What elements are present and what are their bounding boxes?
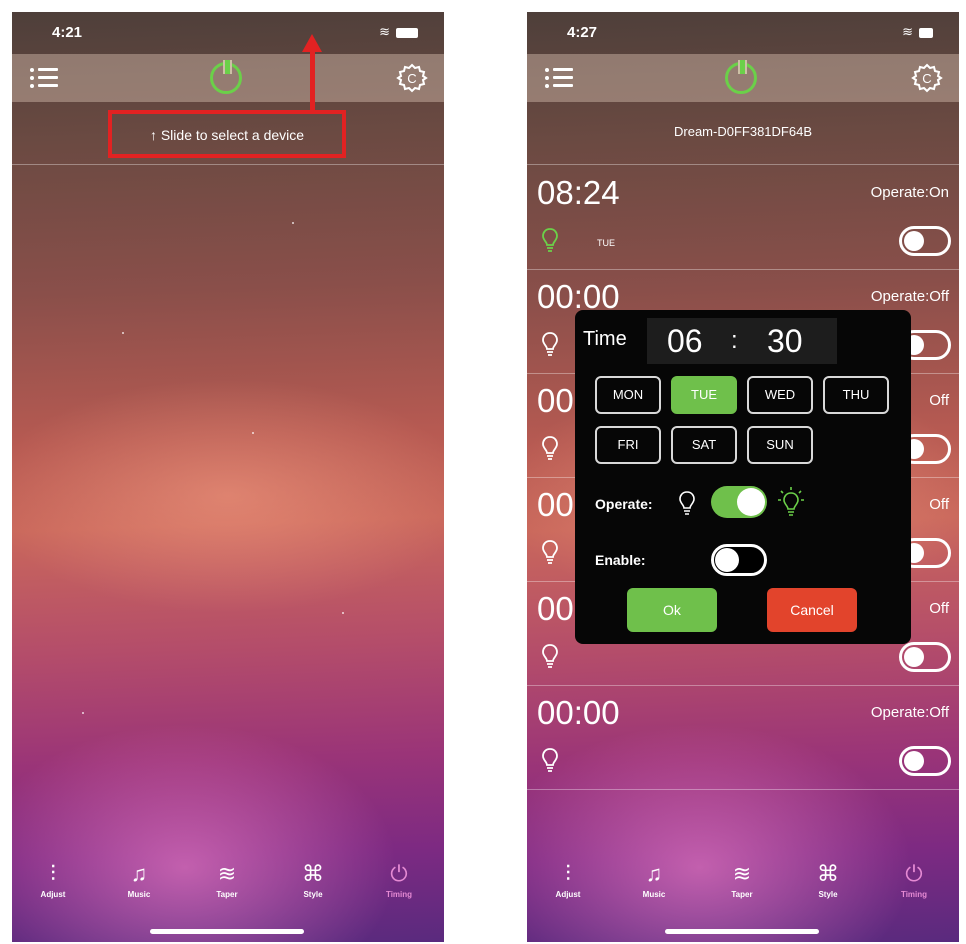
svg-text:C: C — [922, 71, 931, 86]
minute-value[interactable]: 30 — [767, 318, 803, 364]
divider — [527, 164, 959, 165]
day-button-tue[interactable]: TUE — [671, 376, 737, 414]
annotation-arrow-shaft — [310, 50, 315, 114]
status-bar: 4:21 ≋ — [12, 12, 444, 54]
tab-adjust[interactable]: ⫶ Adjust — [533, 860, 603, 899]
dialog-time-label: Time — [583, 328, 627, 350]
operate-label: Operate: — [595, 496, 653, 512]
tab-timing[interactable]: ⏻ Timing — [364, 860, 434, 899]
day-button-wed[interactable]: WED — [747, 376, 813, 414]
day-button-sat[interactable]: SAT — [671, 426, 737, 464]
day-button-fri[interactable]: FRI — [595, 426, 661, 464]
hour-value[interactable]: 06 — [667, 318, 703, 364]
day-button-thu[interactable]: THU — [823, 376, 889, 414]
tab-style[interactable]: ⌘ Style — [278, 860, 348, 899]
day-button-sun[interactable]: SUN — [747, 426, 813, 464]
music-note-icon: ♫ — [645, 861, 663, 886]
tab-taper[interactable]: ≋ Taper — [707, 860, 777, 899]
bulb-on-icon — [778, 487, 804, 516]
timer-operate: Operate:On — [870, 184, 949, 201]
timer-icon: ⏻ — [390, 861, 408, 886]
tab-timing[interactable]: ⏻ Timing — [879, 860, 949, 899]
bulb-icon — [542, 228, 558, 252]
time-separator: : — [731, 327, 738, 354]
time-picker[interactable]: 06 : 30 — [647, 318, 837, 364]
bulb-icon — [542, 748, 558, 772]
timer-edit-dialog: Time 06 : 30 MON TUE WED THU FRI SAT SUN… — [575, 310, 911, 644]
wave-icon: ≋ — [217, 861, 237, 886]
music-note-icon: ♫ — [130, 861, 148, 886]
svg-text:C: C — [407, 71, 416, 86]
timer-operate: Off — [929, 600, 949, 617]
timer-operate: Off — [929, 496, 949, 513]
timer-time: 08:24 — [537, 174, 620, 211]
timer-day: TUE — [597, 238, 615, 248]
bulb-icon — [542, 436, 558, 460]
battery-icon — [396, 27, 418, 38]
phone-screen-timing: 4:27 ≋ C Dream-D0FF381DF64B 08:24 Operate… — [527, 12, 959, 942]
list-menu-icon[interactable] — [545, 64, 573, 92]
wifi-icon: ≋ — [379, 24, 390, 39]
tab-adjust[interactable]: ⫶ Adjust — [18, 860, 88, 899]
timer-time: 00 — [537, 590, 574, 627]
command-icon: ⌘ — [817, 861, 839, 886]
bulb-icon — [542, 540, 558, 564]
settings-gear-icon[interactable]: C — [911, 62, 943, 94]
enable-label: Enable: — [595, 552, 646, 568]
enable-toggle[interactable] — [711, 544, 767, 576]
battery-icon — [919, 27, 933, 38]
timer-row[interactable]: 00:00 Operate:Off — [527, 686, 959, 790]
status-bar: 4:27 ≋ — [527, 12, 959, 54]
timer-icon: ⏻ — [905, 861, 923, 886]
status-time: 4:27 — [567, 24, 598, 41]
day-button-mon[interactable]: MON — [595, 376, 661, 414]
tab-music[interactable]: ♫ Music — [619, 860, 689, 899]
timer-enable-switch[interactable] — [899, 746, 951, 776]
phone-screen-device-select: 4:21 ≋ C ↑ Slide to select a device ⫶ Ad… — [12, 12, 444, 942]
timer-time: 00:00 — [537, 694, 620, 731]
home-indicator — [665, 929, 819, 934]
operate-toggle[interactable] — [711, 486, 767, 518]
bulb-icon — [542, 332, 558, 356]
tab-music[interactable]: ♫ Music — [104, 860, 174, 899]
slide-hint-highlight: ↑ Slide to select a device — [108, 110, 346, 158]
timer-enable-switch[interactable] — [899, 226, 951, 256]
settings-gear-icon[interactable]: C — [396, 62, 428, 94]
timer-enable-switch[interactable] — [899, 642, 951, 672]
top-toolbar: C — [527, 54, 959, 102]
sliders-icon: ⫶ — [565, 861, 571, 886]
wifi-battery-icons: ≋ — [379, 24, 418, 40]
tab-taper[interactable]: ≋ Taper — [192, 860, 262, 899]
timer-operate: Operate:Off — [870, 288, 949, 305]
bottom-tab-bar: ⫶ Adjust ♫ Music ≋ Taper ⌘ Style ⏻ Timin… — [527, 842, 959, 942]
timer-time: 00 — [537, 382, 574, 419]
ok-button[interactable]: Ok — [627, 588, 717, 632]
home-indicator — [150, 929, 304, 934]
command-icon: ⌘ — [302, 861, 324, 886]
sliders-icon: ⫶ — [50, 861, 56, 886]
wave-icon: ≋ — [732, 861, 752, 886]
timer-operate: Operate:Off — [870, 704, 949, 721]
power-icon[interactable] — [210, 60, 242, 94]
bulb-off-icon — [679, 491, 695, 515]
timer-time: 00 — [537, 486, 574, 523]
list-menu-icon[interactable] — [30, 64, 58, 92]
timer-operate: Off — [929, 392, 949, 409]
device-name: Dream-D0FF381DF64B — [674, 124, 812, 139]
divider — [12, 164, 444, 165]
timer-row[interactable]: 08:24 Operate:On TUE — [527, 166, 959, 270]
annotation-arrow-up-icon — [302, 34, 322, 52]
cancel-button[interactable]: Cancel — [767, 588, 857, 632]
bottom-tab-bar: ⫶ Adjust ♫ Music ≋ Taper ⌘ Style ⏻ Timin… — [12, 842, 444, 942]
power-icon[interactable] — [725, 60, 757, 94]
slide-hint-text: ↑ Slide to select a device — [149, 127, 305, 143]
top-toolbar: C — [12, 54, 444, 102]
bulb-icon — [542, 644, 558, 668]
tab-style[interactable]: ⌘ Style — [793, 860, 863, 899]
status-time: 4:21 — [52, 24, 83, 41]
wifi-battery-icons: ≋ — [902, 24, 933, 40]
wifi-icon: ≋ — [902, 24, 913, 39]
